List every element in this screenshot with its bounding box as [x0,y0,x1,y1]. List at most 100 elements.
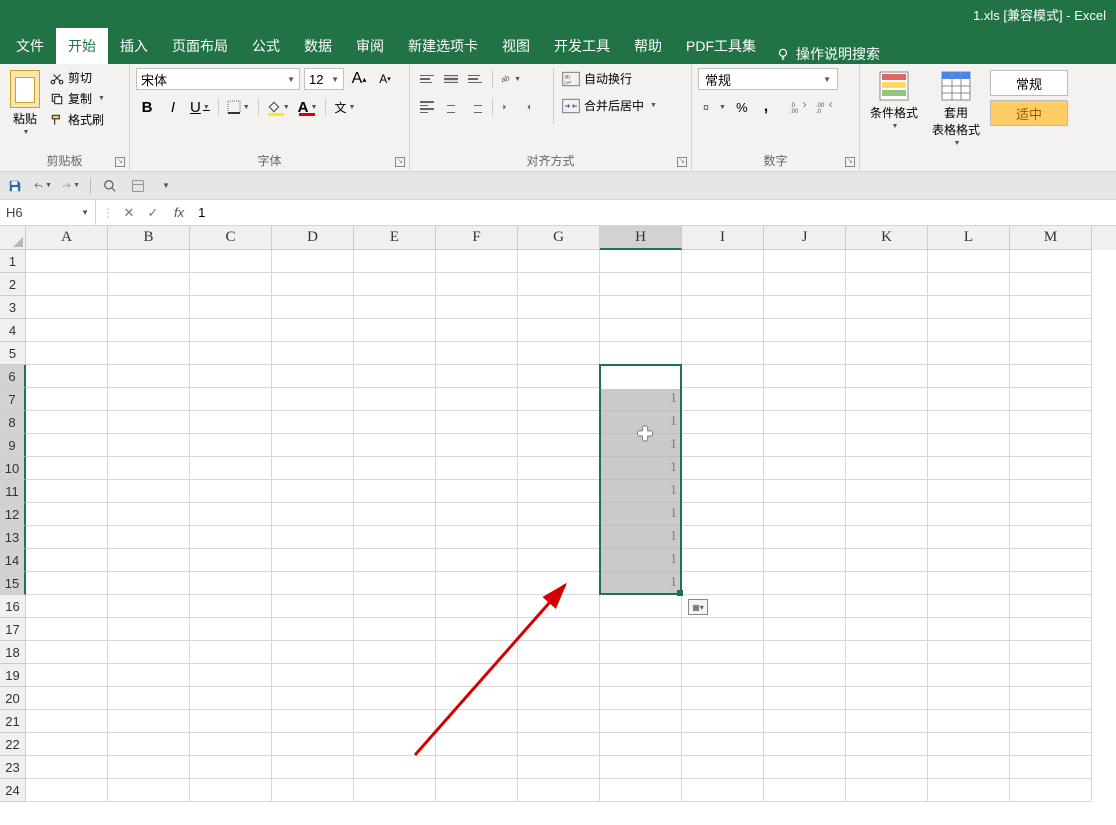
cell-styles-gallery[interactable]: 常规 适中 [990,68,1068,126]
cell-A11[interactable] [26,480,108,503]
cell-A8[interactable] [26,411,108,434]
cell-J21[interactable] [764,710,846,733]
cell-F12[interactable] [436,503,518,526]
format-as-table-button[interactable]: 套用 表格格式 ▼ [928,68,984,149]
merge-center-button[interactable]: 合并后居中▼ [558,95,661,116]
cell-L10[interactable] [928,457,1010,480]
cell-G20[interactable] [518,687,600,710]
cell-E7[interactable] [354,388,436,411]
cell-I23[interactable] [682,756,764,779]
dialog-launcher-icon[interactable]: ↘ [395,157,405,167]
cell-L9[interactable] [928,434,1010,457]
cell-A16[interactable] [26,595,108,618]
cell-J8[interactable] [764,411,846,434]
cell-B5[interactable] [108,342,190,365]
row-header-8[interactable]: 8 [0,411,26,434]
cell-C20[interactable] [190,687,272,710]
cell-C21[interactable] [190,710,272,733]
cell-L8[interactable] [928,411,1010,434]
worksheet-grid[interactable]: ABCDEFGHIJKLM 12345678910111213141516171… [0,226,1116,825]
cell-D6[interactable] [272,365,354,388]
cell-F10[interactable] [436,457,518,480]
comma-button[interactable]: , [755,96,777,118]
undo-button[interactable]: ▼ [34,177,52,195]
cell-D16[interactable] [272,595,354,618]
cell-J11[interactable] [764,480,846,503]
cell-D11[interactable] [272,480,354,503]
cell-J15[interactable] [764,572,846,595]
cell-H3[interactable] [600,296,682,319]
col-header-A[interactable]: A [26,226,108,250]
cell-J9[interactable] [764,434,846,457]
col-header-G[interactable]: G [518,226,600,250]
col-header-C[interactable]: C [190,226,272,250]
row-header-5[interactable]: 5 [0,342,26,365]
cell-H8[interactable]: 1 [600,411,682,434]
cell-K8[interactable] [846,411,928,434]
cell-F4[interactable] [436,319,518,342]
cell-C2[interactable] [190,273,272,296]
tab-公式[interactable]: 公式 [240,28,292,64]
tab-文件[interactable]: 文件 [4,28,56,64]
cell-J22[interactable] [764,733,846,756]
cell-K13[interactable] [846,526,928,549]
cell-I21[interactable] [682,710,764,733]
cell-G9[interactable] [518,434,600,457]
conditional-formatting-button[interactable]: 条件格式 ▼ [866,68,922,132]
cell-E22[interactable] [354,733,436,756]
cell-D8[interactable] [272,411,354,434]
cell-G7[interactable] [518,388,600,411]
cell-I1[interactable] [682,250,764,273]
row-headers[interactable]: 123456789101112131415161718192021222324 [0,250,26,802]
cell-G17[interactable] [518,618,600,641]
cell-D9[interactable] [272,434,354,457]
cell-J23[interactable] [764,756,846,779]
cell-B1[interactable] [108,250,190,273]
row-header-11[interactable]: 11 [0,480,26,503]
cell-E18[interactable] [354,641,436,664]
cell-C17[interactable] [190,618,272,641]
enter-button[interactable]: ✓ [144,204,162,222]
cell-L5[interactable] [928,342,1010,365]
align-top-button[interactable] [416,68,438,90]
cell-J2[interactable] [764,273,846,296]
cell-D4[interactable] [272,319,354,342]
cell-G19[interactable] [518,664,600,687]
cell-A6[interactable] [26,365,108,388]
cell-K5[interactable] [846,342,928,365]
cell-H7[interactable]: 1 [600,388,682,411]
cell-E8[interactable] [354,411,436,434]
cell-L19[interactable] [928,664,1010,687]
cell-M1[interactable] [1010,250,1092,273]
cell-M8[interactable] [1010,411,1092,434]
cell-M22[interactable] [1010,733,1092,756]
cell-F14[interactable] [436,549,518,572]
col-header-K[interactable]: K [846,226,928,250]
cell-L15[interactable] [928,572,1010,595]
cell-K10[interactable] [846,457,928,480]
cell-D22[interactable] [272,733,354,756]
underline-button[interactable]: U▼ [188,96,212,118]
formula-input[interactable] [190,200,1116,225]
cell-C23[interactable] [190,756,272,779]
cell-G11[interactable] [518,480,600,503]
cell-F9[interactable] [436,434,518,457]
cell-H14[interactable]: 1 [600,549,682,572]
cell-F5[interactable] [436,342,518,365]
redo-button[interactable]: ▼ [62,177,80,195]
fill-color-button[interactable]: ▼ [265,96,292,118]
cell-A1[interactable] [26,250,108,273]
cell-E23[interactable] [354,756,436,779]
cell-H5[interactable] [600,342,682,365]
row-header-7[interactable]: 7 [0,388,26,411]
cell-A12[interactable] [26,503,108,526]
cell-K17[interactable] [846,618,928,641]
cell-G3[interactable] [518,296,600,319]
cell-J5[interactable] [764,342,846,365]
cell-M4[interactable] [1010,319,1092,342]
cell-I9[interactable] [682,434,764,457]
cell-C24[interactable] [190,779,272,802]
cell-F21[interactable] [436,710,518,733]
col-header-F[interactable]: F [436,226,518,250]
italic-button[interactable]: I [162,96,184,118]
